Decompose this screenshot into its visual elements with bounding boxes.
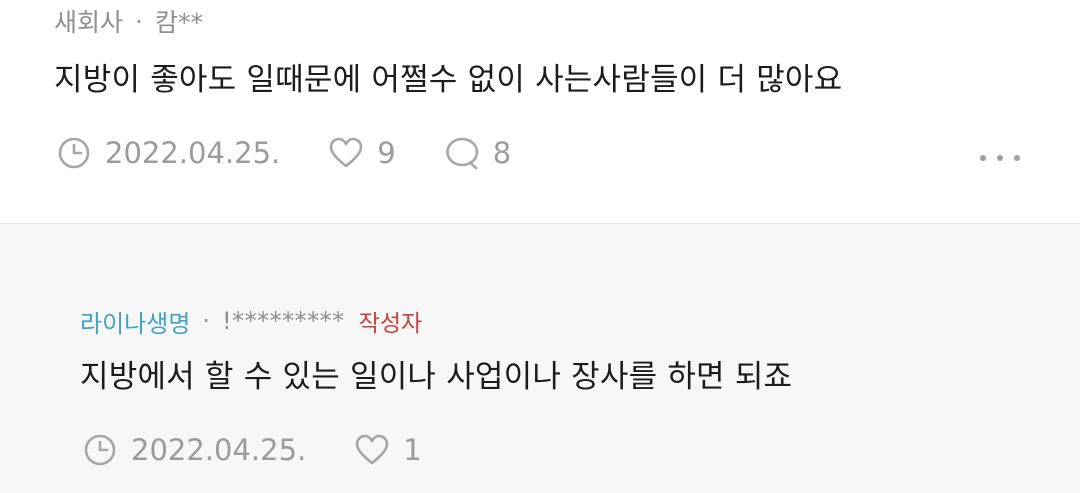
clock-icon xyxy=(82,432,118,468)
comment-date: 2022.04.25. xyxy=(56,135,280,171)
more-dot xyxy=(997,155,1003,161)
comment-masked-name: 캄** xyxy=(154,8,203,37)
more-dot xyxy=(980,155,986,161)
reply-date-text: 2022.04.25. xyxy=(131,433,307,467)
clock-icon xyxy=(56,135,92,171)
more-dot xyxy=(1014,155,1020,161)
comment-info-row: 2022.04.25. 9 8 xyxy=(56,128,559,178)
heart-icon xyxy=(354,432,390,468)
comment-author[interactable]: 새회사 xyxy=(54,3,123,39)
more-options-icon[interactable] xyxy=(980,140,1020,176)
reply-author-line: 라이나생명 · !********* 작성자 xyxy=(80,303,422,339)
reply-text: 지방에서 할 수 있는 일이나 사업이나 장사를 하면 되죠 xyxy=(80,359,793,395)
reply-author[interactable]: 라이나생명 xyxy=(80,304,190,339)
comment-item: 새회사 · 캄** 지방이 좋아도 일때문에 어쩔수 없이 사는사람들이 더 많… xyxy=(0,0,1080,224)
comment-date-text: 2022.04.25. xyxy=(105,136,281,170)
reply-like-button[interactable]: 1 xyxy=(354,432,422,468)
speech-bubble-icon xyxy=(444,135,480,171)
reply-info-row: 2022.04.25. 1 xyxy=(82,425,470,475)
writer-badge: 작성자 xyxy=(358,311,423,337)
comment-author-line: 새회사 · 캄** xyxy=(54,2,203,40)
reply-count: 8 xyxy=(492,136,512,170)
reply-like-count: 1 xyxy=(403,433,422,467)
meta-separator: · xyxy=(135,6,143,36)
like-button[interactable]: 9 xyxy=(328,135,396,171)
reply-masked-name: !********* xyxy=(222,307,345,335)
reply-comment-item: 라이나생명 · !********* 작성자 지방에서 할 수 있는 일이나 사… xyxy=(0,225,1080,493)
like-count: 9 xyxy=(377,136,396,170)
reply-date: 2022.04.25. xyxy=(82,432,306,468)
comment-text: 지방이 좋아도 일때문에 어쩔수 없이 사는사람들이 더 많아요 xyxy=(54,62,843,98)
reply-button[interactable]: 8 xyxy=(444,135,511,171)
meta-separator: · xyxy=(202,307,211,335)
heart-icon xyxy=(328,135,364,171)
